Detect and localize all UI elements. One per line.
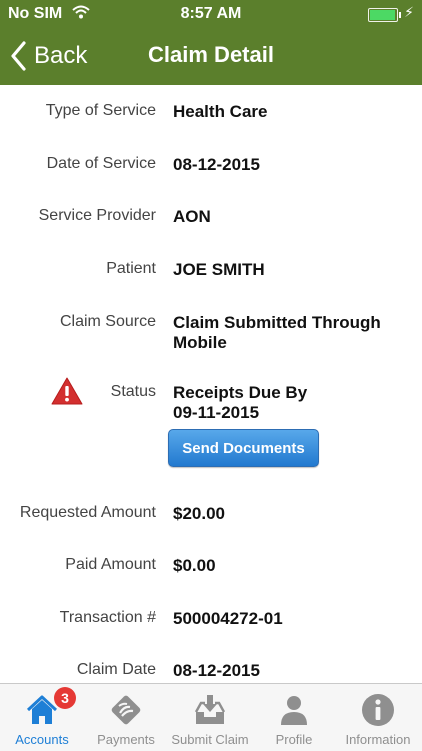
detail-label: Status [110,383,156,400]
detail-value: 500004272-01 [173,609,283,628]
detail-label: Date of Service [46,155,156,172]
detail-label: Transaction # [59,609,156,626]
tab-bar: 3 Accounts Payments Submit Claim Profile [0,683,422,751]
detail-label: Requested Amount [19,504,156,521]
detail-label: Claim Source [59,313,156,330]
detail-label: Patient [106,260,156,277]
tab-accounts[interactable]: 3 Accounts [0,684,84,751]
notification-badge: 3 [54,687,76,709]
detail-label: Paid Amount [65,556,156,573]
warning-icon [51,377,83,405]
detail-value: 08-12-2015 [173,661,260,680]
clock: 8:57 AM [180,5,242,22]
tab-submit-claim[interactable]: Submit Claim [168,684,252,751]
charging-icon: ⚡ [404,4,414,20]
status-bar: No SIM 8:57 AM ⚡ [0,0,422,30]
detail-label: Claim Date [76,661,156,678]
tab-label: Accounts [15,732,69,747]
claim-detail-content: Type of Service Health Care Date of Serv… [0,85,422,683]
information-icon [362,694,394,726]
send-documents-button[interactable]: Send Documents [168,429,319,467]
tab-information[interactable]: Information [336,684,420,751]
detail-value: JOE SMITH [173,260,265,279]
tab-payments[interactable]: Payments [84,684,168,751]
tab-label: Payments [97,732,155,747]
header: No SIM 8:57 AM ⚡ Back Claim Detail [0,0,422,85]
detail-value: $20.00 [173,504,225,523]
submit-claim-icon [194,695,226,724]
tab-label: Information [345,732,411,747]
detail-label: Type of Service [45,102,156,119]
detail-value: Claim Submitted Through Mobile [173,313,381,352]
profile-icon [281,696,307,725]
detail-value: 08-12-2015 [173,155,260,174]
detail-label: Service Provider [38,207,156,224]
detail-value: AON [173,207,211,226]
detail-value: $0.00 [173,556,216,575]
detail-value: Health Care [173,102,268,121]
payments-icon [111,695,141,725]
navigation-bar: Back Claim Detail [0,30,422,85]
battery-icon [368,8,401,22]
tab-profile[interactable]: Profile [252,684,336,751]
tab-label: Profile [275,732,313,747]
tab-label: Submit Claim [171,732,249,747]
status-value: Receipts Due By 09-11-2015 [173,383,308,422]
page-title: Claim Detail [148,42,274,67]
